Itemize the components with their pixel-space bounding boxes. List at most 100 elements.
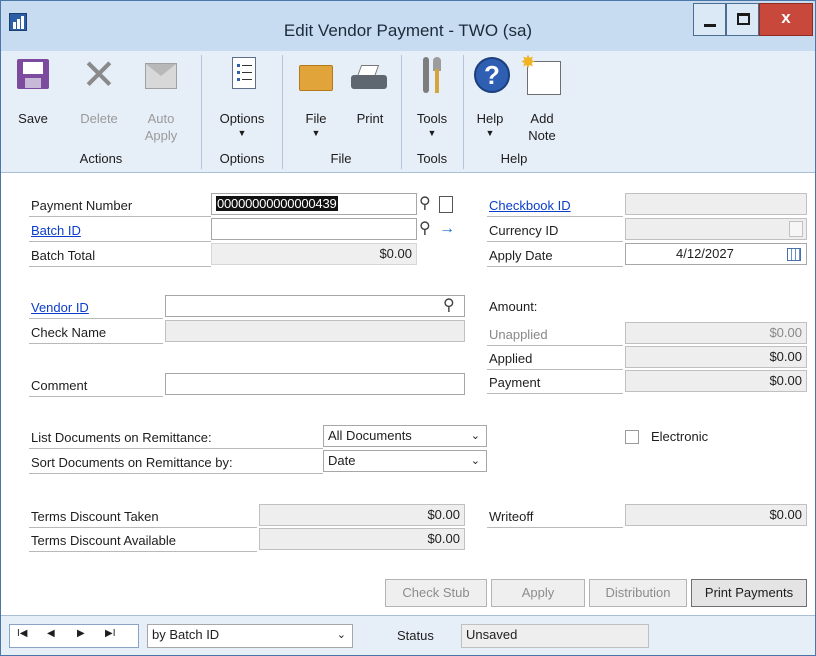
- sort-documents-value: Date: [328, 453, 356, 468]
- payment-number-label: Payment Number: [29, 195, 211, 217]
- maximize-icon: [737, 13, 750, 25]
- batch-total-label: Batch Total: [29, 245, 211, 267]
- file-button[interactable]: File ▼: [291, 55, 341, 151]
- list-documents-select[interactable]: All Documents ⌄: [323, 425, 487, 447]
- checkbook-id-field: [625, 193, 807, 215]
- save-button[interactable]: Save: [15, 55, 51, 151]
- ribbon-group-actions: Actions: [79, 151, 123, 166]
- unapplied-value: $0.00: [625, 322, 807, 344]
- ribbon-separator: [282, 55, 283, 169]
- ribbon-group-tools: Tools: [416, 151, 448, 166]
- close-button[interactable]: x: [759, 3, 813, 36]
- apply-date-field[interactable]: 4/12/2027: [625, 243, 807, 265]
- tools-button[interactable]: Tools ▼: [407, 55, 457, 151]
- ribbon-separator: [463, 55, 464, 169]
- checkbook-id-link[interactable]: Checkbook ID: [487, 195, 623, 217]
- chevron-down-icon: ⌄: [470, 455, 480, 467]
- options-button[interactable]: Options ▼: [209, 55, 275, 151]
- print-payments-button[interactable]: Print Payments: [691, 579, 807, 607]
- list-documents-label: List Documents on Remittance:: [29, 427, 323, 449]
- batch-id-lookup-icon[interactable]: ⚲: [419, 218, 437, 240]
- options-label: Options: [219, 111, 265, 126]
- last-record-icon[interactable]: ▶I: [105, 628, 115, 639]
- applied-value: $0.00: [625, 346, 807, 368]
- add-note-label-1: Add: [530, 111, 554, 126]
- envelope-icon: [145, 63, 177, 89]
- amount-heading: Amount:: [489, 299, 538, 314]
- status-label: Status: [397, 628, 434, 643]
- batch-total-value: $0.00: [211, 243, 417, 265]
- edit-vendor-payment-window: Edit Vendor Payment - TWO (sa) x Save ✕ …: [0, 0, 816, 656]
- options-list-icon: [232, 57, 256, 89]
- apply-date-label: Apply Date: [487, 245, 623, 267]
- vendor-id-lookup-icon[interactable]: ⚲: [443, 295, 461, 317]
- ribbon-separator: [201, 55, 202, 169]
- floppy-disk-icon: [17, 59, 49, 89]
- writeoff-value: $0.00: [625, 504, 807, 526]
- apply-button[interactable]: Apply: [491, 579, 585, 607]
- payment-number-lookup-icon[interactable]: ⚲: [419, 193, 437, 215]
- vendor-payment-form: Payment Number 00000000000000439 ⚲ Batch…: [1, 174, 815, 614]
- auto-apply-label-2: Apply: [144, 128, 178, 143]
- vendor-id-field[interactable]: [165, 295, 465, 317]
- calendar-icon[interactable]: [787, 248, 801, 261]
- folder-icon: [299, 65, 333, 91]
- next-record-icon[interactable]: ▶: [77, 628, 85, 639]
- help-label: Help: [476, 111, 504, 126]
- sort-documents-select[interactable]: Date ⌄: [323, 450, 487, 472]
- terms-discount-available-value: $0.00: [259, 528, 465, 550]
- file-dropdown-caret: ▼: [311, 128, 321, 138]
- batch-expand-arrow-icon[interactable]: →: [439, 218, 455, 240]
- comment-label: Comment: [29, 375, 163, 397]
- writeoff-label: Writeoff: [487, 506, 623, 528]
- help-button[interactable]: ? Help ▼: [469, 55, 515, 151]
- record-navigator: [9, 624, 139, 648]
- ribbon-toolbar: Save ✕ Delete Auto Apply Options ▼ File …: [1, 51, 815, 173]
- status-value: Unsaved: [461, 624, 649, 648]
- new-document-icon[interactable]: [439, 196, 453, 213]
- help-dropdown-caret: ▼: [485, 128, 495, 138]
- add-note-button[interactable]: ✸ Add Note: [517, 53, 567, 151]
- delete-button[interactable]: ✕ Delete: [79, 51, 119, 151]
- vendor-id-link[interactable]: Vendor ID: [29, 297, 163, 319]
- status-bar: I◀ ◀ ▶ ▶I by Batch ID ⌄ Status Unsaved: [1, 615, 815, 655]
- check-name-label: Check Name: [29, 322, 163, 344]
- file-label: File: [305, 111, 327, 126]
- payment-amount-value: $0.00: [625, 370, 807, 392]
- electronic-label: Electronic: [651, 429, 709, 444]
- sort-by-select[interactable]: by Batch ID ⌄: [147, 624, 353, 648]
- currency-id-field: [625, 218, 807, 240]
- ribbon-group-help: Help: [500, 151, 528, 166]
- check-stub-button[interactable]: Check Stub: [385, 579, 487, 607]
- check-name-field: [165, 320, 465, 342]
- terms-discount-available-label: Terms Discount Available: [29, 530, 257, 552]
- payment-number-value: 00000000000000439: [216, 196, 338, 211]
- tools-icon: [421, 55, 443, 95]
- unapplied-label: Unapplied: [487, 324, 623, 346]
- previous-record-icon[interactable]: ◀: [47, 628, 55, 639]
- payment-number-field[interactable]: 00000000000000439: [211, 193, 417, 215]
- help-question-icon: ?: [474, 57, 510, 93]
- batch-id-link[interactable]: Batch ID: [29, 220, 211, 242]
- delete-x-icon: ✕: [81, 51, 117, 98]
- minimize-button[interactable]: [693, 3, 726, 36]
- print-button[interactable]: Print: [345, 55, 395, 151]
- terms-discount-taken-label: Terms Discount Taken: [29, 506, 257, 528]
- currency-expand-icon[interactable]: [789, 221, 803, 237]
- chevron-down-icon: ⌄: [336, 629, 346, 641]
- chevron-down-icon: ⌄: [470, 430, 480, 442]
- comment-field[interactable]: [165, 373, 465, 395]
- electronic-checkbox[interactable]: [625, 430, 639, 444]
- batch-id-field[interactable]: [211, 218, 417, 240]
- maximize-button[interactable]: [726, 3, 759, 36]
- applied-label: Applied: [487, 348, 623, 370]
- auto-apply-label-1: Auto: [147, 111, 175, 126]
- sort-by-value: by Batch ID: [152, 627, 220, 642]
- distribution-button[interactable]: Distribution: [589, 579, 687, 607]
- title-bar: Edit Vendor Payment - TWO (sa) x: [1, 1, 815, 51]
- save-label: Save: [18, 111, 48, 126]
- first-record-icon[interactable]: I◀: [17, 628, 27, 639]
- auto-apply-button[interactable]: Auto Apply: [141, 55, 181, 151]
- options-dropdown-caret: ▼: [237, 128, 247, 138]
- tools-label: Tools: [416, 111, 448, 126]
